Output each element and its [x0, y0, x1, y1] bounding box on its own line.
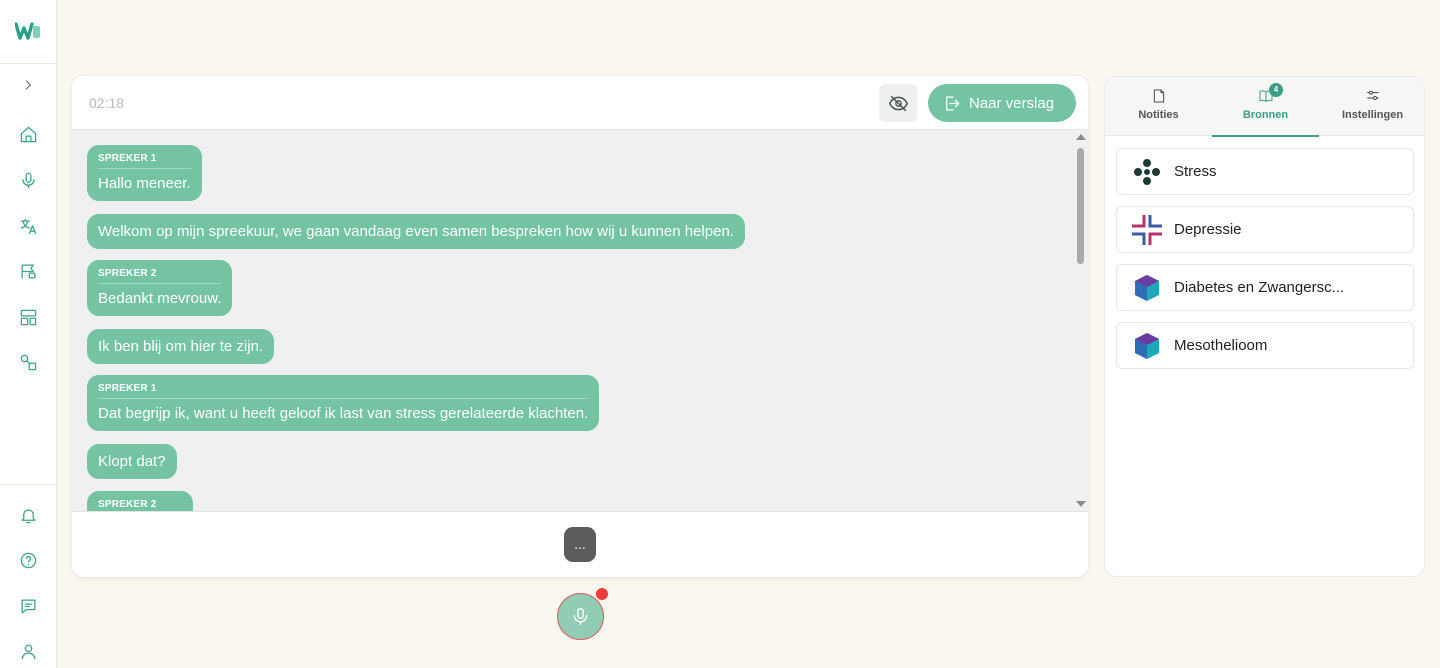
sidebar-item-translate[interactable] [14, 212, 42, 240]
bell-icon [21, 508, 35, 523]
cube-logo-icon [1131, 330, 1163, 362]
transcript-area[interactable]: SPREKER 1 Hallo meneer. Welkom op mijn s… [72, 130, 1088, 511]
sources-count-badge: 4 [1269, 83, 1283, 97]
message-text: Klopt dat? [98, 453, 166, 470]
sidebar-item-notifications[interactable] [14, 501, 42, 529]
microphone-icon [573, 607, 588, 626]
expand-sidebar-button[interactable] [14, 71, 42, 99]
transcript-panel: 02:18 Naar verslag SPREKER 1 Hallo menee… [72, 76, 1088, 577]
scroll-down-arrow-icon[interactable] [1076, 501, 1086, 507]
scrollbar-thumb[interactable] [1077, 148, 1084, 264]
source-item-stress[interactable]: Stress [1116, 148, 1414, 195]
sidebar-item-reports[interactable] [14, 257, 42, 285]
home-icon [20, 126, 36, 142]
flag-icon [21, 264, 35, 278]
source-item-diabetes[interactable]: Diabetes en Zwangersc... [1116, 264, 1414, 311]
source-name: Stress [1174, 163, 1217, 180]
sidebar-item-help[interactable] [14, 546, 42, 574]
sidebar-item-profile[interactable] [14, 637, 42, 665]
sidebar-divider [0, 484, 57, 485]
help-icon [20, 552, 36, 568]
source-name: Diabetes en Zwangersc... [1174, 279, 1345, 296]
transcript-message: Welkom op mijn spreekuur, we gaan vandaa… [87, 214, 745, 249]
layout-icon [20, 309, 36, 325]
speaker-label: SPREKER 2 [98, 268, 222, 284]
stress-logo-icon [1131, 156, 1163, 188]
user-icon [21, 644, 35, 659]
tab-instellingen[interactable]: Instellingen [1319, 77, 1424, 136]
sliders-icon [1367, 90, 1379, 100]
tab-notities[interactable]: Notities [1105, 77, 1212, 136]
go-to-report-label: Naar verslag [969, 94, 1055, 112]
source-name: Depressie [1174, 221, 1242, 238]
record-button[interactable] [557, 593, 604, 640]
speaker-label: SPREKER 2 [98, 499, 182, 511]
sidebar-item-home[interactable] [14, 120, 42, 148]
chat-icon [21, 599, 35, 613]
message-text: Welkom op mijn spreekuur, we gaan vandaa… [98, 223, 734, 240]
go-to-report-button[interactable]: Naar verslag [928, 84, 1076, 122]
message-text: Bedankt mevrouw. [98, 290, 222, 307]
tab-label: Notities [1138, 109, 1179, 121]
speaker-label: SPREKER 1 [98, 383, 589, 399]
sidebar-item-integrations[interactable] [14, 348, 42, 376]
sidebar-item-templates[interactable] [14, 303, 42, 331]
transcript-message: SPREKER 1 Dat begrijp ik, want u heeft g… [87, 375, 600, 431]
tab-label: Bronnen [1242, 109, 1289, 121]
message-text: Dat begrijp ik, want u heeft geloof ik l… [98, 405, 589, 422]
depressie-logo-icon [1131, 214, 1163, 246]
microphone-icon [21, 172, 35, 188]
exit-icon [946, 96, 960, 110]
tab-bronnen[interactable]: 4 Bronnen [1212, 77, 1319, 137]
session-toolbar: 02:18 Naar verslag [72, 76, 1088, 130]
speaker-label: SPREKER 1 [98, 153, 191, 169]
hide-transcript-button[interactable] [879, 84, 917, 122]
tab-label: Instellingen [1341, 109, 1404, 121]
shapes-icon [20, 354, 36, 370]
transcript-message: SPREKER 1 Hallo meneer. [87, 145, 202, 201]
transcript-message: SPREKER 2 [87, 491, 193, 511]
recording-indicator [596, 588, 608, 600]
note-icon [1153, 89, 1165, 103]
sidebar-item-feedback[interactable] [14, 592, 42, 620]
chevron-right-icon [25, 80, 31, 90]
session-timer: 02:18 [89, 95, 125, 111]
cube-logo-icon [1131, 272, 1163, 304]
transcript-scrollbar[interactable] [1073, 130, 1088, 511]
side-panel-tabs: Notities 4 Bronnen Instellingen [1105, 77, 1424, 137]
transcript-message: Klopt dat? [87, 444, 177, 479]
sidebar [0, 0, 57, 668]
typing-indicator: ... [564, 527, 596, 562]
transcript-message: SPREKER 2 Bedankt mevrouw. [87, 260, 233, 316]
source-name: Mesothelioom [1174, 337, 1268, 354]
message-text: Hallo meneer. [98, 175, 191, 192]
side-panel: Notities 4 Bronnen Instellingen Stress D… [1104, 76, 1425, 577]
source-item-mesothelioom[interactable]: Mesothelioom [1116, 322, 1414, 369]
translate-icon [20, 218, 36, 234]
sidebar-divider [0, 63, 57, 64]
source-item-depressie[interactable]: Depressie [1116, 206, 1414, 253]
eye-off-icon [888, 95, 908, 111]
scroll-up-arrow-icon[interactable] [1076, 134, 1086, 140]
sidebar-item-record[interactable] [14, 166, 42, 194]
message-text: Ik ben blij om hier te zijn. [98, 338, 264, 355]
transcript-footer: ... [72, 511, 1088, 577]
app-logo-icon[interactable] [15, 22, 41, 40]
transcript-message: Ik ben blij om hier te zijn. [87, 329, 275, 364]
